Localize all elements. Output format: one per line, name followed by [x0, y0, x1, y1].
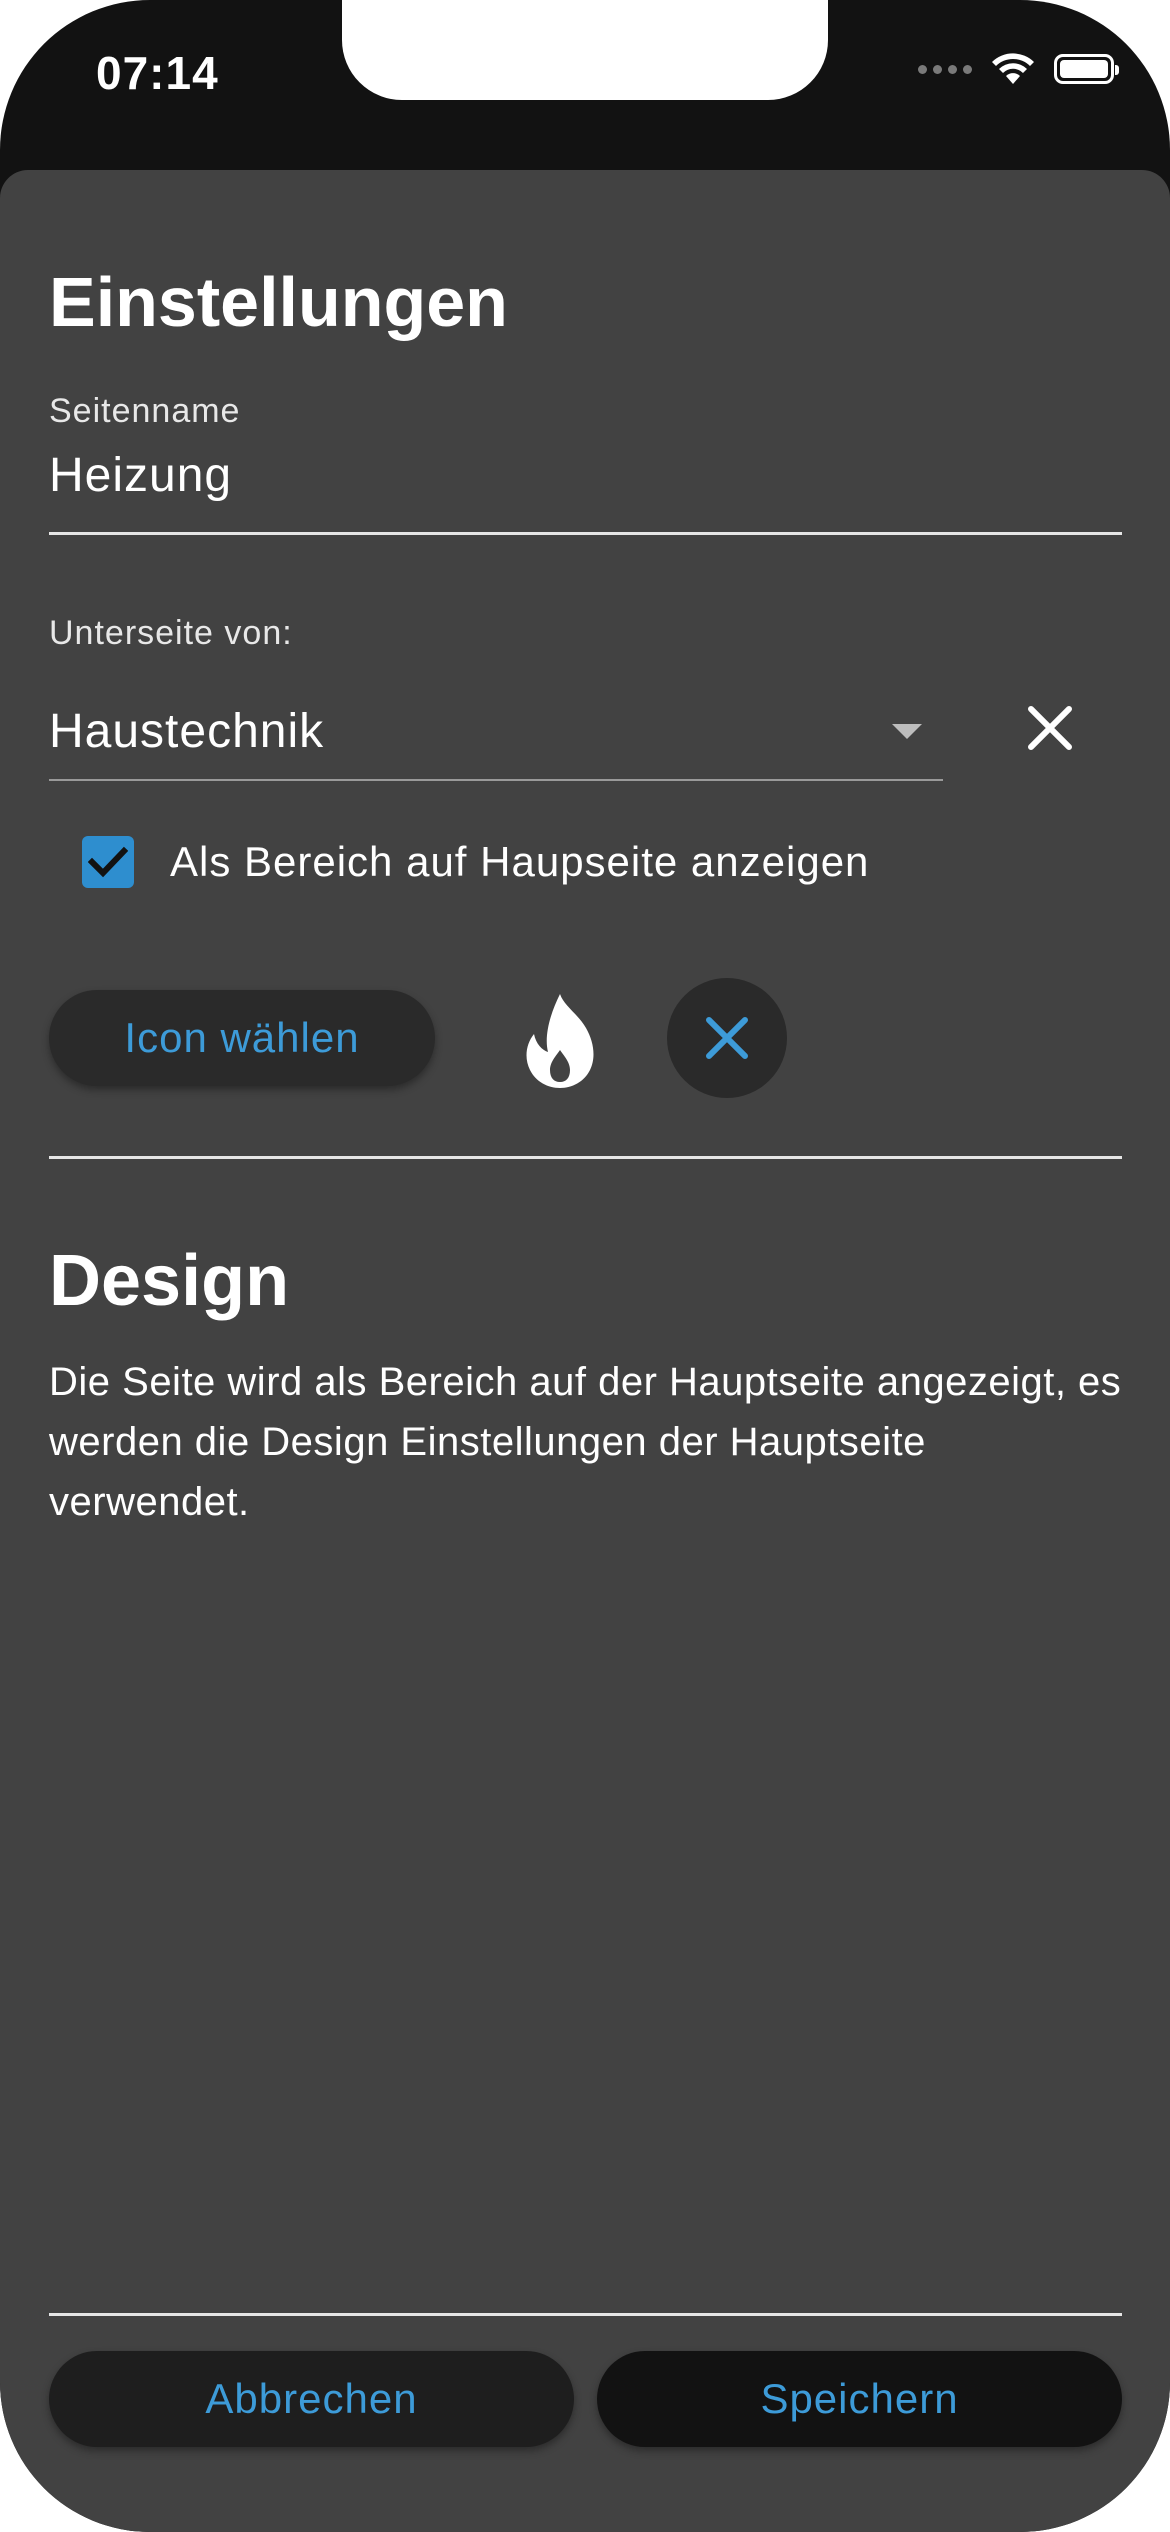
checkmark-icon: [88, 846, 128, 878]
close-icon: [1028, 706, 1072, 750]
wifi-icon: [992, 53, 1034, 84]
parent-page-label: Unterseite von:: [49, 614, 293, 652]
cancel-button[interactable]: Abbrechen: [49, 2351, 574, 2447]
choose-icon-button[interactable]: Icon wählen: [49, 990, 435, 1086]
battery-icon: [1054, 54, 1119, 84]
status-icons: [918, 52, 1119, 86]
page-name-underline: [49, 532, 1122, 535]
save-button[interactable]: Speichern: [597, 2351, 1122, 2447]
status-time: 07:14: [96, 47, 219, 99]
chevron-down-icon[interactable]: [892, 724, 922, 739]
sheet-title: Einstellungen: [49, 263, 508, 341]
remove-icon-button[interactable]: [667, 978, 787, 1098]
design-description: Die Seite wird als Bereich auf der Haupt…: [49, 1360, 1122, 1524]
clear-parent-button[interactable]: [1010, 688, 1090, 768]
fire-icon: [526, 994, 594, 1088]
signal-icon: [918, 64, 972, 74]
dropdown-underline: [49, 779, 943, 781]
show-as-area-checkbox[interactable]: [82, 836, 134, 888]
section-divider: [49, 1156, 1122, 1159]
page-name-input[interactable]: Heizung: [49, 448, 232, 503]
footer-divider: [49, 2313, 1122, 2316]
show-as-area-label: Als Bereich auf Haupseite anzeigen: [170, 838, 870, 885]
notch: [342, 0, 828, 100]
settings-sheet: Einstellungen Seitenname Heizung Unterse…: [0, 170, 1170, 2532]
design-title: Design: [49, 1241, 290, 1321]
page-name-label: Seitenname: [49, 392, 241, 430]
parent-page-dropdown[interactable]: Haustechnik: [49, 704, 324, 759]
close-icon: [706, 1017, 748, 1059]
device-frame: 07:14 Einstellungen Seitenname Heizung U…: [0, 0, 1170, 2532]
